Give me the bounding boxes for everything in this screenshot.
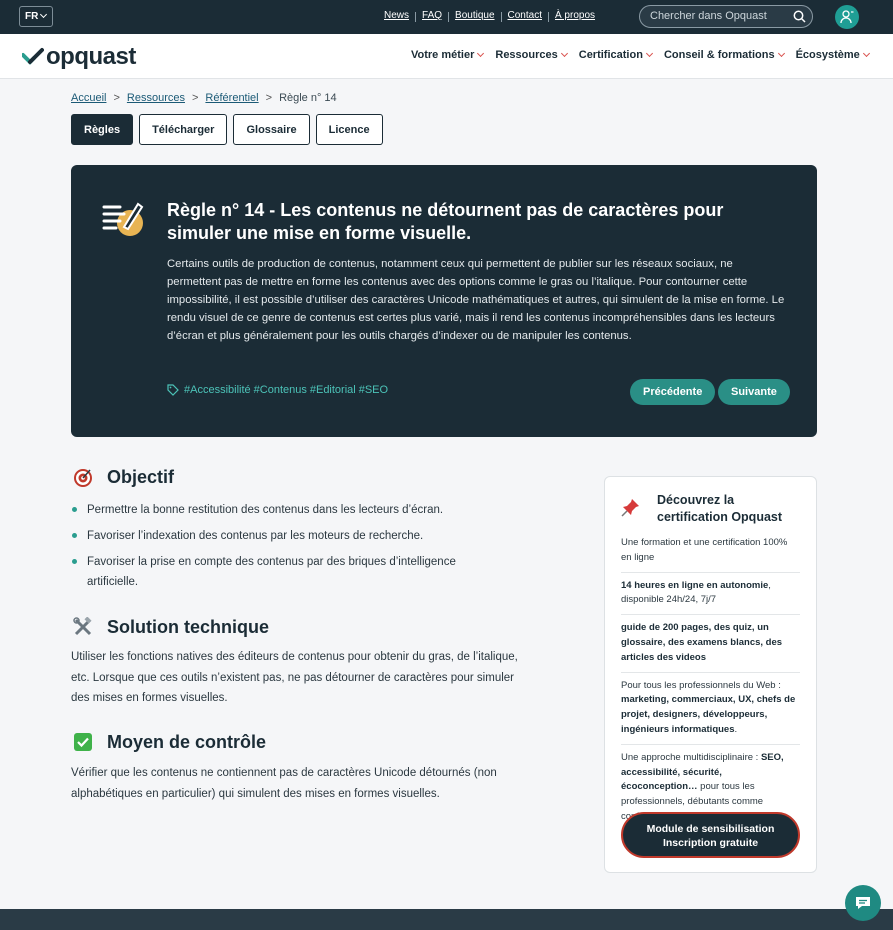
chevron-down-icon [645, 49, 653, 58]
card-item: guide de 200 pages, des quiz, un glossai… [621, 621, 800, 673]
chevron-down-icon [39, 10, 48, 19]
nav-label: Votre métier [411, 49, 475, 61]
logo[interactable]: opquast [22, 45, 136, 69]
footer [0, 909, 893, 930]
card-item-text: . [734, 723, 738, 735]
objectif-heading: Objectif [71, 465, 174, 489]
breadcrumb-ressources[interactable]: Ressources [127, 92, 185, 104]
chevron-down-icon [862, 49, 870, 58]
nav-item-ecosysteme[interactable]: Écosystème [795, 49, 870, 61]
tab-bar: Règles Télécharger Glossaire Licence [71, 114, 389, 145]
rule-tags: #Accessibilité #Contenus #Editorial #SEO [167, 384, 391, 396]
breadcrumb-separator: > [265, 92, 273, 104]
button-line: Module de sensibilisation [646, 823, 775, 835]
card-item: Pour tous les professionnels du Web : ma… [621, 679, 800, 745]
top-link-contact[interactable]: Contact [502, 10, 548, 22]
chat-icon [856, 897, 870, 909]
controle-heading: Moyen de contrôle [71, 730, 266, 754]
target-icon [71, 465, 95, 489]
breadcrumb-current: Règle n° 14 [279, 92, 337, 104]
main-nav: opquast Votre métier Ressources Certific… [0, 34, 893, 79]
language-label: FR [25, 11, 39, 22]
search-input[interactable]: Chercher dans Opquast [639, 5, 813, 28]
nav-item-ressources[interactable]: Ressources [495, 49, 568, 61]
check-icon [71, 730, 95, 754]
button-line: Inscription gratuite [662, 837, 759, 849]
list-item: Favoriser la prise en compte des contenu… [71, 552, 501, 592]
card-item-bold: 14 heures en ligne en autonomie [621, 579, 769, 591]
card-item-text: Pour tous les professionnels du Web : [621, 679, 781, 691]
rule-description: Certains outils de production de contenu… [167, 258, 785, 342]
rule-title: Règle n° 14 - Les contenus ne détournent… [167, 200, 724, 243]
top-link-apropos[interactable]: À propos [549, 10, 601, 22]
chevron-down-icon [477, 49, 485, 58]
previous-rule-button[interactable]: Précédente [630, 379, 716, 405]
logo-text: opquast [46, 43, 136, 70]
controle-title: Moyen de contrôle [107, 731, 267, 752]
solution-heading: Solution technique [71, 615, 269, 639]
next-rule-button[interactable]: Suivante [718, 379, 790, 405]
nav-label: Ressources [495, 49, 558, 61]
solution-text: Utiliser les fonctions natives des édite… [71, 651, 518, 704]
rule-hero: Règle n° 14 - Les contenus ne détournent… [71, 165, 817, 437]
breadcrumb: Accueil > Ressources > Référentiel > Règ… [71, 92, 337, 104]
list-item: Favoriser l’indexation des contenus par … [71, 526, 501, 546]
pushpin-icon [621, 497, 641, 522]
rule-editorial-icon [102, 202, 144, 236]
tag-contenus[interactable]: #Contenus [254, 384, 307, 396]
top-link-news[interactable]: News [378, 10, 415, 22]
top-link-faq[interactable]: FAQ [416, 10, 448, 22]
user-icon [840, 10, 854, 24]
controle-text: Vérifier que les contenus ne contiennent… [71, 767, 497, 800]
tag-editorial[interactable]: #Editorial [310, 384, 356, 396]
top-bar: FR News FAQ Boutique Contact À propos Ch… [0, 0, 893, 34]
list-item: Permettre la bonne restitution des conte… [71, 500, 501, 520]
nav-item-votre-metier[interactable]: Votre métier [411, 49, 485, 61]
card-item-text: Une formation et une certification 100% … [621, 537, 788, 563]
language-selector[interactable]: FR [19, 6, 53, 27]
breadcrumb-separator: > [113, 92, 120, 104]
user-account-button[interactable] [835, 5, 859, 29]
tools-icon [71, 615, 95, 639]
card-item: Une formation et une certification 100% … [621, 536, 800, 573]
breadcrumb-separator: > [191, 92, 199, 104]
tab-licence[interactable]: Licence [315, 114, 383, 145]
card-item: 14 heures en ligne en autonomie, disponi… [621, 579, 800, 616]
solution-title: Solution technique [107, 616, 269, 637]
nav-item-conseil-formations[interactable]: Conseil & formations [663, 49, 785, 61]
top-link-boutique[interactable]: Boutique [449, 10, 500, 22]
card-item-bold: guide de 200 pages, des quiz, un glossai… [621, 622, 783, 663]
card-title: Découvrez la certification Opquast [657, 493, 783, 524]
tag-accessibilite[interactable]: #Accessibilité [184, 384, 251, 396]
nav-label: Certification [578, 49, 643, 61]
tab-regles[interactable]: Règles [71, 114, 134, 145]
card-item-bold: marketing, commerciaux, UX, chefs de pro… [621, 694, 796, 735]
nav-label: Conseil & formations [663, 49, 775, 61]
chevron-down-icon [560, 49, 568, 58]
top-links: News FAQ Boutique Contact À propos [378, 10, 601, 22]
nav-item-certification[interactable]: Certification [578, 49, 653, 61]
nav-label: Écosystème [795, 49, 860, 61]
nav-menu: Votre métier Ressources Certification Co… [411, 49, 881, 61]
card-feature-list: Une formation et une certification 100% … [621, 536, 800, 837]
card-item-text: Une approche multidisciplinaire : [621, 751, 761, 763]
tab-glossaire[interactable]: Glossaire [233, 114, 310, 145]
certification-card: Découvrez la certification Opquast Une f… [604, 476, 817, 873]
breadcrumb-referentiel[interactable]: Référentiel [205, 92, 258, 104]
opquast-logo-icon [22, 48, 44, 65]
search-placeholder: Chercher dans Opquast [650, 10, 767, 22]
tag-icon [167, 384, 179, 396]
chat-button[interactable] [845, 885, 881, 921]
chevron-down-icon [777, 49, 785, 58]
tab-telecharger[interactable]: Télécharger [139, 114, 228, 145]
search-icon[interactable] [793, 10, 806, 23]
objectif-list: Permettre la bonne restitution des conte… [71, 500, 501, 598]
objectif-title: Objectif [107, 466, 175, 487]
signup-module-button[interactable]: Module de sensibilisation Inscription gr… [621, 812, 800, 858]
tag-seo[interactable]: #SEO [359, 384, 388, 396]
breadcrumb-accueil[interactable]: Accueil [71, 92, 106, 104]
